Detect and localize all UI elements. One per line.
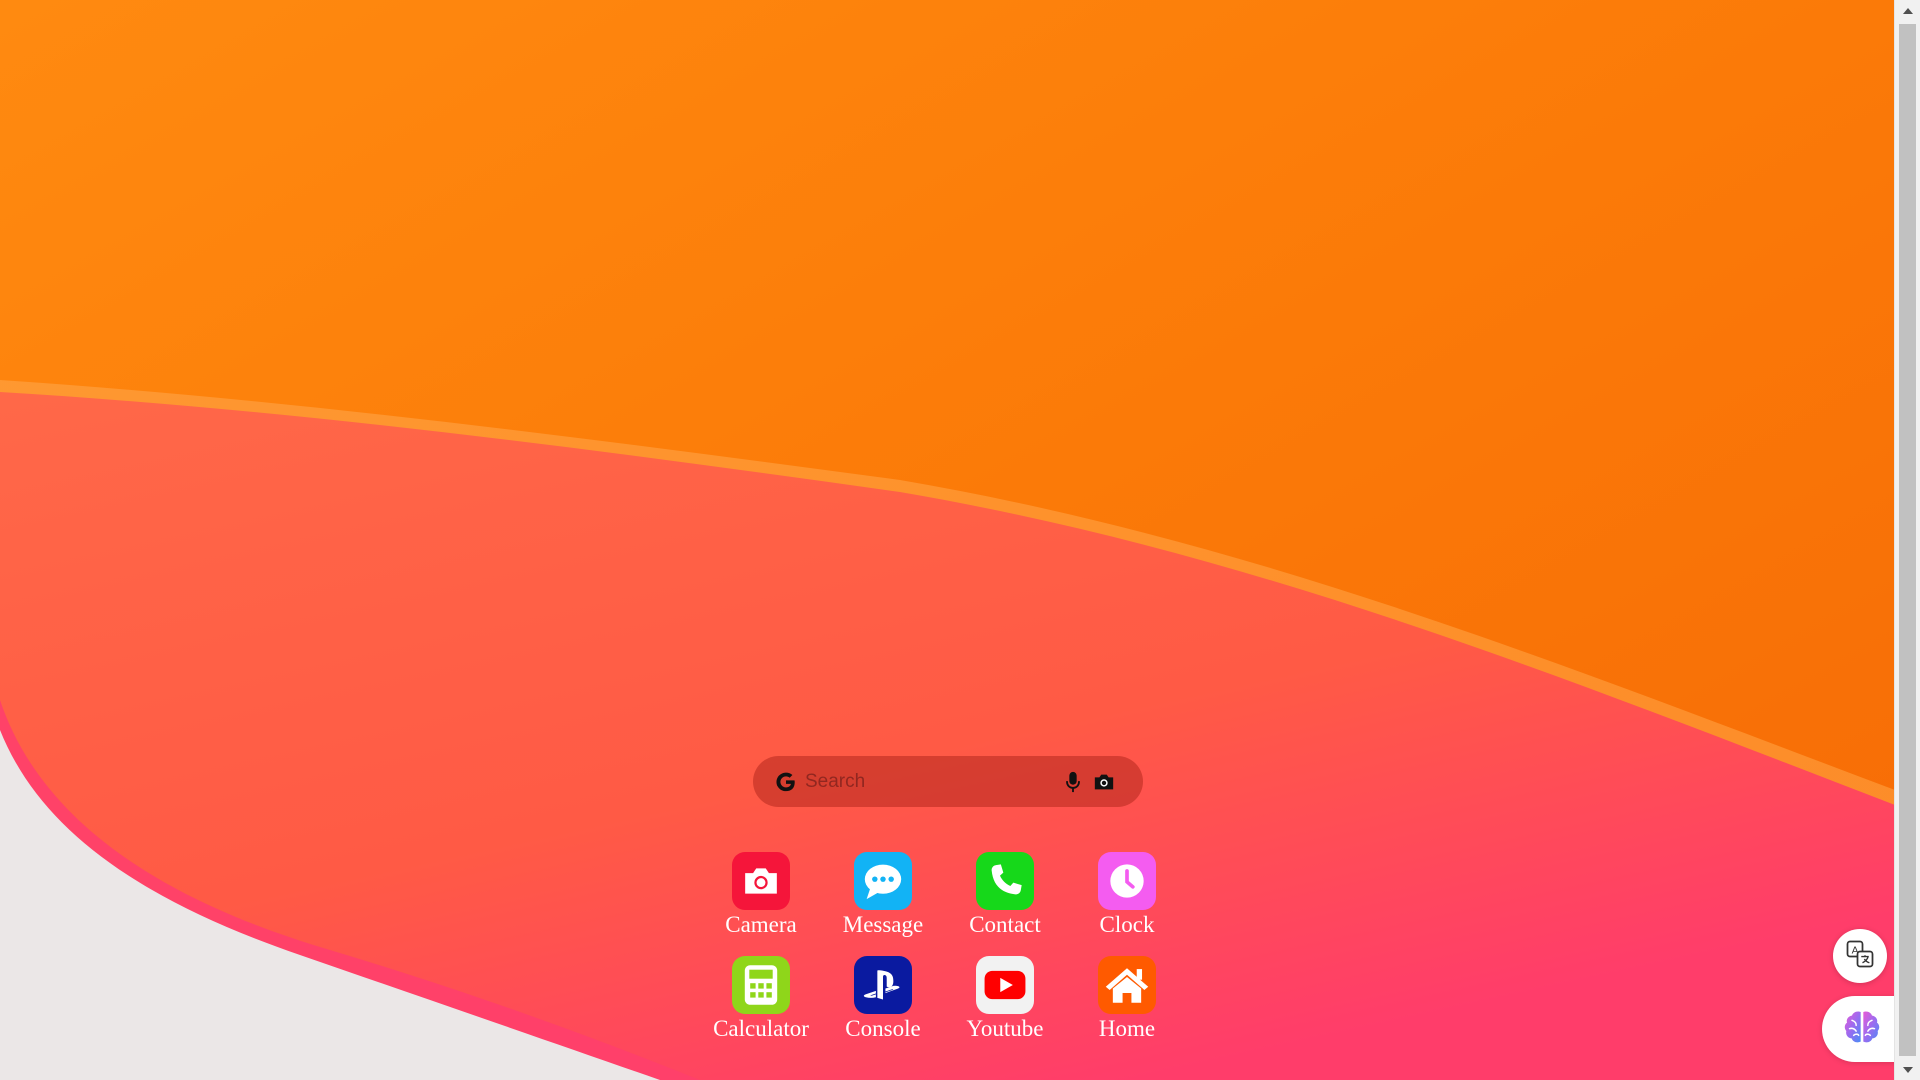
scrollbar-thumb[interactable]: [1899, 24, 1916, 1056]
desktop-screen: Camera Message Contact: [0, 0, 1920, 1080]
app-label[interactable]: Calculator: [713, 1016, 809, 1042]
phone-icon[interactable]: [976, 852, 1034, 910]
search-bar[interactable]: [753, 756, 1143, 807]
app-label[interactable]: Console: [845, 1016, 920, 1042]
vertical-scrollbar[interactable]: [1894, 0, 1920, 1080]
app-label[interactable]: Youtube: [967, 1016, 1044, 1042]
google-icon: [775, 771, 797, 793]
app-label[interactable]: Contact: [969, 912, 1041, 938]
app-message[interactable]: Message: [822, 852, 944, 956]
scroll-up-arrow-icon[interactable]: [1895, 0, 1920, 20]
app-clock[interactable]: Clock: [1066, 852, 1188, 956]
app-camera[interactable]: Camera: [700, 852, 822, 956]
assistant-button[interactable]: [1822, 996, 1902, 1062]
app-label[interactable]: Clock: [1100, 912, 1155, 938]
translate-icon: A: [1845, 939, 1875, 974]
search-input[interactable]: [803, 769, 1052, 794]
home-icon[interactable]: [1098, 956, 1156, 1014]
app-calculator[interactable]: Calculator: [700, 956, 822, 1060]
app-label[interactable]: Home: [1099, 1016, 1155, 1042]
clock-icon[interactable]: [1098, 852, 1156, 910]
message-icon[interactable]: [854, 852, 912, 910]
app-label[interactable]: Message: [843, 912, 923, 938]
app-console[interactable]: Console: [822, 956, 944, 1060]
playstation-icon[interactable]: [854, 956, 912, 1014]
scroll-down-arrow-icon[interactable]: [1895, 1060, 1920, 1080]
app-label[interactable]: Camera: [725, 912, 797, 938]
app-youtube[interactable]: Youtube: [944, 956, 1066, 1060]
youtube-icon[interactable]: [976, 956, 1034, 1014]
microphone-icon[interactable]: [1062, 771, 1083, 793]
camera-icon[interactable]: [732, 852, 790, 910]
app-grid: Camera Message Contact Clock Calculator …: [700, 852, 1222, 1060]
app-home[interactable]: Home: [1066, 956, 1188, 1060]
calculator-icon[interactable]: [732, 956, 790, 1014]
camera-search-icon[interactable]: [1093, 771, 1115, 793]
app-contact[interactable]: Contact: [944, 852, 1066, 956]
brain-icon: [1842, 1008, 1882, 1051]
translate-button[interactable]: A: [1833, 929, 1887, 983]
